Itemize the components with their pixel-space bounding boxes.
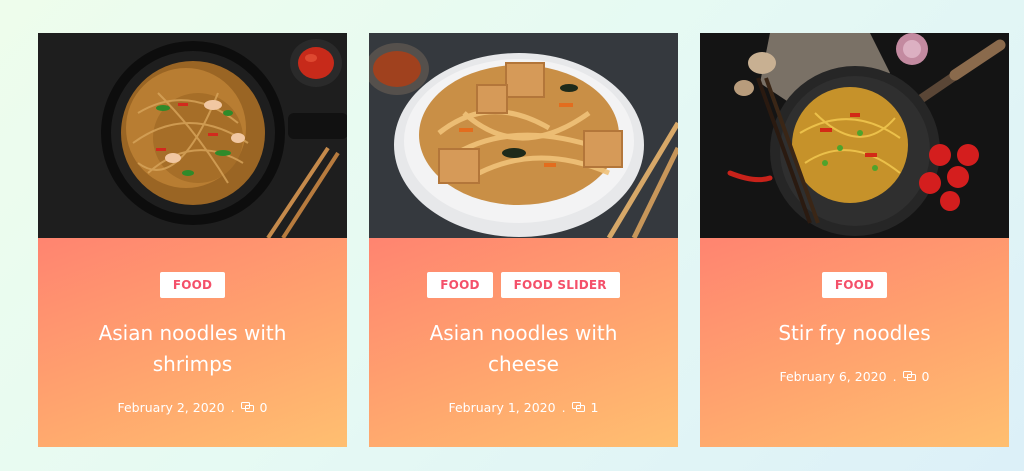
tag-list: FOOD: [159, 272, 226, 298]
meta-separator: .: [561, 400, 566, 415]
meta-separator: .: [892, 369, 897, 384]
post-date[interactable]: February 1, 2020: [448, 400, 555, 415]
noodle-pan-image: [38, 33, 347, 238]
meta-separator: .: [230, 400, 235, 415]
tag-list: FOOD: [821, 272, 888, 298]
comment-icon: [571, 402, 585, 412]
tag-food-slider[interactable]: FOOD SLIDER: [500, 272, 620, 298]
comment-count[interactable]: 0: [922, 369, 930, 384]
tag-food[interactable]: FOOD: [159, 272, 226, 298]
comment-count[interactable]: 1: [591, 400, 599, 415]
comment-icon: [240, 402, 254, 412]
post-image-stir-fry[interactable]: [700, 33, 1009, 238]
wok-noodles-image: [700, 33, 1009, 238]
post-image-noodles-cheese[interactable]: [369, 33, 678, 238]
post-date[interactable]: February 2, 2020: [117, 400, 224, 415]
post-date[interactable]: February 6, 2020: [779, 369, 886, 384]
post-card: FOOD FOOD SLIDER Asian noodles with chee…: [369, 33, 678, 447]
post-card: FOOD Asian noodles with shrimps February…: [38, 33, 347, 447]
post-image-noodles-shrimps[interactable]: [38, 33, 347, 238]
post-card-body: FOOD Asian noodles with shrimps February…: [38, 238, 347, 447]
post-card-body: FOOD Stir fry noodles February 6, 2020 .…: [700, 238, 1009, 447]
noodle-bowl-image: [369, 33, 678, 238]
post-meta: February 6, 2020 . 0: [779, 369, 929, 384]
post-meta: February 1, 2020 . 1: [448, 400, 598, 415]
comment-count[interactable]: 0: [260, 400, 268, 415]
post-title[interactable]: Asian noodles with shrimps: [78, 318, 308, 380]
post-grid: FOOD Asian noodles with shrimps February…: [38, 33, 1009, 447]
post-title[interactable]: Asian noodles with cheese: [409, 318, 639, 380]
post-card-body: FOOD FOOD SLIDER Asian noodles with chee…: [369, 238, 678, 447]
post-title[interactable]: Stir fry noodles: [740, 318, 970, 349]
post-meta: February 2, 2020 . 0: [117, 400, 267, 415]
comment-icon: [902, 371, 916, 381]
tag-list: FOOD FOOD SLIDER: [427, 272, 620, 298]
tag-food[interactable]: FOOD: [821, 272, 888, 298]
tag-food[interactable]: FOOD: [427, 272, 493, 298]
post-card: FOOD Stir fry noodles February 6, 2020 .…: [700, 33, 1009, 447]
